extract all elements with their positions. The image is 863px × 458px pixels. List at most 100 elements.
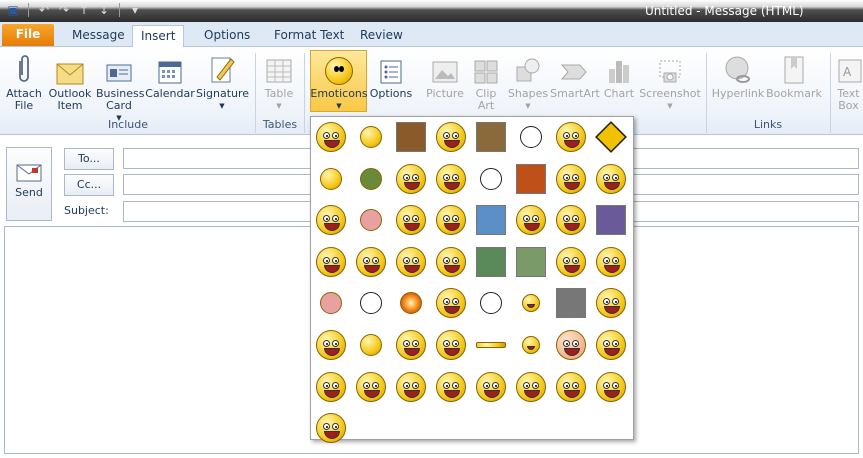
emoticon-beams[interactable] [473,327,509,363]
emoticon-sweat-face[interactable] [513,202,549,238]
emoticon-smile-face[interactable] [353,244,389,280]
tab-review[interactable]: Review [352,25,411,47]
emoticon-gasp-face[interactable] [593,369,629,405]
emoticon-squint-laugh-face[interactable] [313,369,349,405]
picture-button[interactable]: Picture [424,51,466,100]
screenshot-button[interactable]: Screenshot ▼ [638,51,702,112]
emoticon-ninja-face[interactable] [353,327,389,363]
group-label-links: Links [753,118,783,131]
emoticon-tongue-face[interactable] [313,410,349,446]
emoticons-gallery [310,116,634,444]
emoticon-thumbs-up-face[interactable] [393,327,429,363]
send-button[interactable]: Send [6,147,52,221]
up-arrow-icon[interactable]: ↑ [75,2,93,18]
emoticon-green-alien[interactable] [353,161,389,197]
tab-options[interactable]: Options [196,25,258,47]
emoticon-shy-face[interactable] [553,161,589,197]
text-box-button[interactable]: A Text Box [834,51,863,112]
dropdown-arrow-icon: ▼ [525,102,531,110]
emoticon-cool-face[interactable] [433,202,469,238]
emoticon-cheering-face[interactable] [553,244,589,280]
chart-button[interactable]: Chart [602,51,636,100]
emoticon-city-photo[interactable] [473,202,509,238]
smartart-button[interactable]: SmartArt [550,51,600,100]
emoticon-fire-photo[interactable] [513,161,549,197]
undo-icon[interactable]: ↶ [35,2,53,18]
emoticon-fireball[interactable] [393,285,429,321]
emoticon-ghost-face[interactable] [473,285,509,321]
emoticon-laughing-face[interactable] [313,119,349,155]
crying-face-icon [556,205,586,236]
emoticon-shout-face[interactable] [393,369,429,405]
tab-message[interactable]: Message [64,25,133,47]
emoticon-stick-figure[interactable] [513,119,549,155]
attach-file-label: Attach File [6,87,42,112]
emoticon-rage-face[interactable] [353,285,389,321]
emoticon-nose-face[interactable] [433,244,469,280]
calendar-button[interactable]: Calendar [144,51,196,100]
business-card-button[interactable]: Business Card ▼ [96,51,145,124]
emoticon-field-photo[interactable] [513,244,549,280]
emoticon-wizard-face[interactable] [393,202,429,238]
emoticon-laughing-face-2[interactable] [593,327,629,363]
emoticon-blush-face[interactable] [593,285,629,321]
emoticon-blurred-photo[interactable] [553,285,589,321]
emoticon-joy-face[interactable] [513,369,549,405]
emoticon-computer-guy[interactable] [593,161,629,197]
emoticon-dancing-guy[interactable] [393,119,429,155]
emoticon-happy-face-2[interactable] [433,369,469,405]
emoticons-button[interactable]: Emoticons ▼ [310,51,368,112]
emoticon-crying-face[interactable] [553,202,589,238]
emoticon-waving-face[interactable] [593,244,629,280]
emoticon-soldier-face[interactable] [313,202,349,238]
options-button[interactable]: Options [369,51,413,100]
wizard-face-icon [396,205,426,236]
emoticon-meh-face[interactable] [473,369,509,405]
smiley-icon [325,57,353,85]
emoticon-grin-face-2[interactable] [353,369,389,405]
emoticon-surprised-figure[interactable] [353,119,389,155]
customize-qat-icon[interactable]: ▾ [126,2,144,18]
redo-icon[interactable]: ↷ [55,2,73,18]
emoticon-shocked-face[interactable] [433,285,469,321]
emoticon-doll-figure[interactable] [353,202,389,238]
tab-file[interactable]: File [2,24,54,46]
signature-button[interactable]: Signature ▼ [196,51,249,112]
to-button[interactable]: To... [64,148,114,170]
emoticon-small-face[interactable] [513,285,549,321]
hyperlink-button[interactable]: Hyperlink [710,51,766,100]
emoticon-angel-figure[interactable] [313,285,349,321]
table-button[interactable]: Table ▼ [258,51,300,112]
city-photo-icon [476,205,506,236]
attach-file-button[interactable]: Attach File [4,51,44,112]
emoticon-grin-face[interactable] [393,244,429,280]
emoticon-bald-face[interactable] [553,327,589,363]
emoticon-monkey-picture[interactable] [473,119,509,155]
emoticon-tv-picture[interactable] [593,202,629,238]
emoticon-happy-face[interactable] [313,244,349,280]
emoticon-open-mouth-face[interactable] [313,327,349,363]
emoticon-squint-face[interactable] [393,161,429,197]
cc-button[interactable]: Cc... [64,174,114,196]
shapes-button[interactable]: Shapes ▼ [506,51,550,112]
emoticon-warning-sign[interactable] [593,119,629,155]
tab-format-text[interactable]: Format Text [266,25,352,47]
down-arrow-icon[interactable]: ↓ [95,2,113,18]
emoticon-worried-face[interactable] [433,119,469,155]
shout-face-icon [396,371,426,402]
emoticon-thinking-face[interactable] [433,161,469,197]
qat-divider [119,3,120,17]
smile-face-icon [356,246,386,277]
outlook-item-button[interactable]: Outlook Item [46,51,94,112]
emoticon-smirk-face[interactable] [553,119,589,155]
emoticon-tiny-emotes[interactable] [313,161,349,197]
emoticon-landscape-photo[interactable] [473,244,509,280]
emoticon-tiny-face[interactable] [513,327,549,363]
emoticon-big-eyes-face[interactable] [433,327,469,363]
save-icon[interactable]: ▣ [4,2,22,18]
emoticon-joy-face-2[interactable] [553,369,589,405]
clip-art-button[interactable]: Clip Art [468,51,504,112]
bookmark-button[interactable]: Bookmark [766,51,822,100]
emoticon-stickman[interactable] [473,161,509,197]
tab-insert[interactable]: Insert [132,25,185,48]
